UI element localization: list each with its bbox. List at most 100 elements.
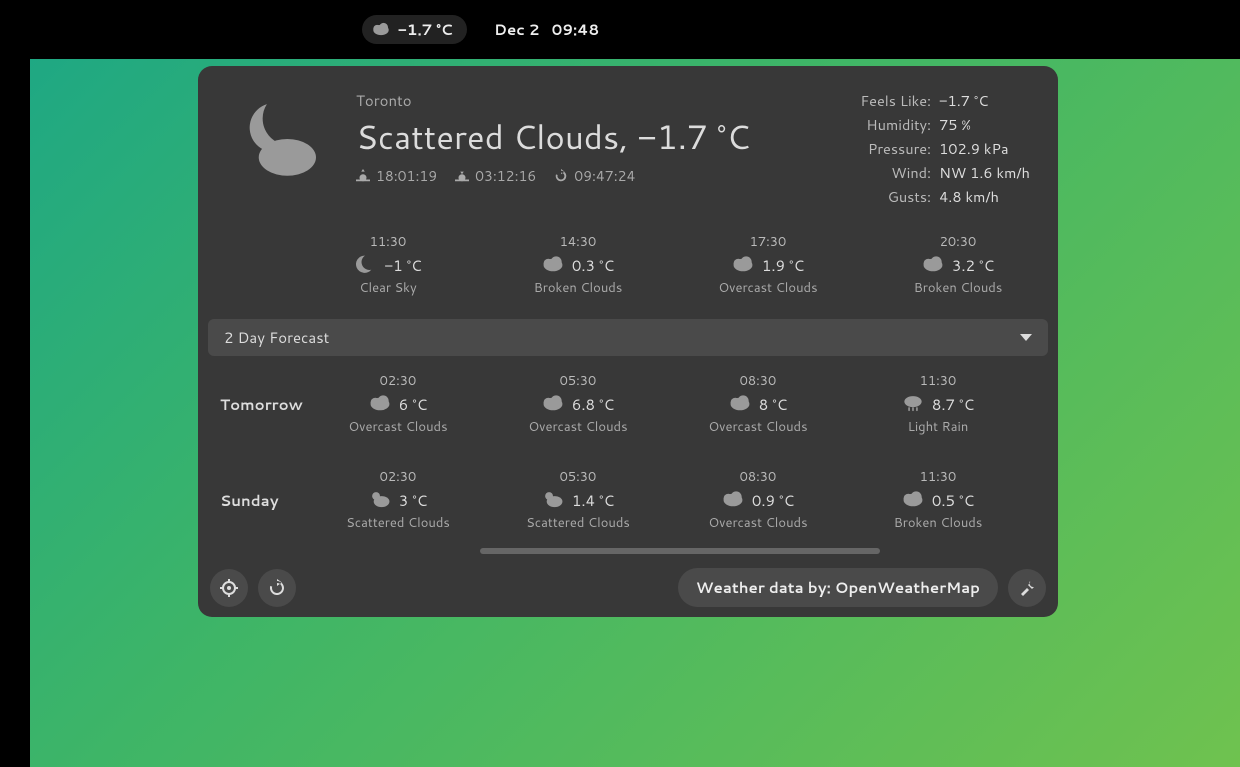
hourly-forecast-row: 11:30 −1 °C Clear Sky 14:30 0.3 °C Broken Clo… [198,225,1058,319]
feels-like-value: −1.7 °C [939,90,1030,111]
refresh-icon [554,169,568,183]
pressure-label: Pressure: [860,138,931,159]
gusts-value: 4.8 km/h [939,186,1030,207]
cell-condition: Broken Clouds [894,514,983,532]
sunrise-time: 03:12:16 [475,166,536,186]
cell-time: 11:30 [920,468,957,486]
horizontal-scrollbar[interactable] [210,548,1046,554]
partly-cloudy-night-icon [372,21,390,39]
cloud-icon [369,393,391,415]
cell-temp: 3.2 °C [952,255,994,276]
cell-condition: Overcast Clouds [708,418,807,436]
cell-time: 08:30 [740,468,777,486]
forecast-cell: 11:30 0.5 °C Broken Clouds [878,468,998,532]
cell-condition: Overcast Clouds [528,418,627,436]
sunset-time: 18:01:19 [376,166,437,186]
cell-condition: Light Rain [908,418,969,436]
cell-time: 17:30 [750,233,787,251]
settings-button[interactable] [1008,569,1046,607]
cell-temp: 1.4 °C [572,490,614,511]
cloud-icon [922,254,944,276]
cell-temp: −1 °C [384,255,421,276]
forecast-cell: 02:30 6 °C Overcast Clouds [338,372,458,436]
cell-time: 11:30 [370,233,407,251]
feels-like-label: Feels Like: [860,90,931,111]
cell-temp: 3 °C [399,490,428,511]
topbar-clock[interactable]: Dec 2 09:48 [494,19,599,40]
rain-icon [902,393,924,415]
sun-cloud-icon [542,489,564,511]
cell-temp: 0.9 °C [752,490,794,511]
attribution-link[interactable]: Weather data by: OpenWeatherMap [678,568,998,607]
cell-time: 02:30 [380,372,417,390]
cell-time: 08:30 [740,372,777,390]
forecast-cell: 08:30 0.9 °C Overcast Clouds [698,468,818,532]
gusts-label: Gusts: [860,186,931,207]
forecast-cell: 02:30 3 °C Scattered Clouds [338,468,458,532]
hourly-cell: 14:30 0.3 °C Broken Clouds [518,233,638,297]
cell-time: 02:30 [380,468,417,486]
topbar-weather-pill[interactable]: −1.7 °C [362,15,467,44]
day-label: Sunday [208,490,328,511]
day-row: Sunday 02:30 3 °C Scattered Clouds 05:30 1.4 … [198,452,1058,548]
forecast-cell: 05:30 6.8 °C Overcast Clouds [518,372,638,436]
cell-temp: 6.8 °C [572,394,614,415]
forecast-cell: 05:30 1.4 °C Scattered Clouds [518,468,638,532]
cell-temp: 0.5 °C [932,490,974,511]
cell-time: 20:30 [940,233,977,251]
topbar-date: Dec 2 [494,19,540,40]
refresh-button[interactable] [258,569,296,607]
top-bar: −1.7 °C Dec 2 09:48 [0,0,1240,59]
cell-time: 05:30 [560,372,597,390]
sunset-icon [356,169,370,183]
cell-condition: Scattered Clouds [346,514,450,532]
hourly-cell: 17:30 1.9 °C Overcast Clouds [708,233,828,297]
moon-icon [354,254,376,276]
forecast-dropdown-label: 2 Day Forecast [224,327,329,348]
day-row: Tomorrow 02:30 6 °C Overcast Clouds 05:30 6.8… [198,356,1058,452]
day-label: Tomorrow [208,394,328,415]
cell-temp: 8 °C [759,394,788,415]
forecast-dropdown[interactable]: 2 Day Forecast [208,319,1048,356]
sunrise-icon [455,169,469,183]
sun-times-row: 18:01:19 03:12:16 09:47:24 [356,166,830,186]
cloud-icon [722,489,744,511]
sun-cloud-icon [369,489,391,511]
cell-condition: Broken Clouds [914,279,1003,297]
cell-condition: Scattered Clouds [526,514,630,532]
pressure-value: 102.9 kPa [939,138,1030,159]
cell-time: 11:30 [920,372,957,390]
cloud-icon [542,393,564,415]
cloud-icon [732,254,754,276]
wind-value: NW 1.6 km/h [939,162,1030,183]
cell-condition: Overcast Clouds [348,418,447,436]
cell-temp: 1.9 °C [762,255,804,276]
hourly-cell: 11:30 −1 °C Clear Sky [328,233,448,297]
scrollbar-thumb[interactable] [480,548,880,554]
forecast-cell: 08:30 8 °C Overcast Clouds [698,372,818,436]
current-condition-icon [226,90,326,207]
cell-time: 14:30 [560,233,597,251]
cell-temp: 0.3 °C [572,255,614,276]
humidity-label: Humidity: [860,114,931,135]
location-label: Toronto [356,90,830,111]
updated-time: 09:47:24 [574,166,635,186]
cloud-icon [902,489,924,511]
wind-label: Wind: [860,162,931,183]
cell-condition: Overcast Clouds [718,279,817,297]
hourly-cell: 20:30 3.2 °C Broken Clouds [898,233,1018,297]
cloud-icon [542,254,564,276]
topbar-temp: −1.7 °C [398,19,453,40]
cell-time: 05:30 [560,468,597,486]
current-stats: Feels Like:−1.7 °C Humidity:75 % Pressur… [860,90,1030,207]
cell-condition: Clear Sky [359,279,416,297]
chevron-down-icon [1020,334,1032,341]
forecast-cell: 11:30 8.7 °C Light Rain [878,372,998,436]
topbar-time: 09:48 [552,19,600,40]
cloud-icon [729,393,751,415]
cell-temp: 8.7 °C [932,394,974,415]
cell-condition: Overcast Clouds [708,514,807,532]
cell-temp: 6 °C [399,394,428,415]
locate-button[interactable] [210,569,248,607]
cell-condition: Broken Clouds [534,279,623,297]
